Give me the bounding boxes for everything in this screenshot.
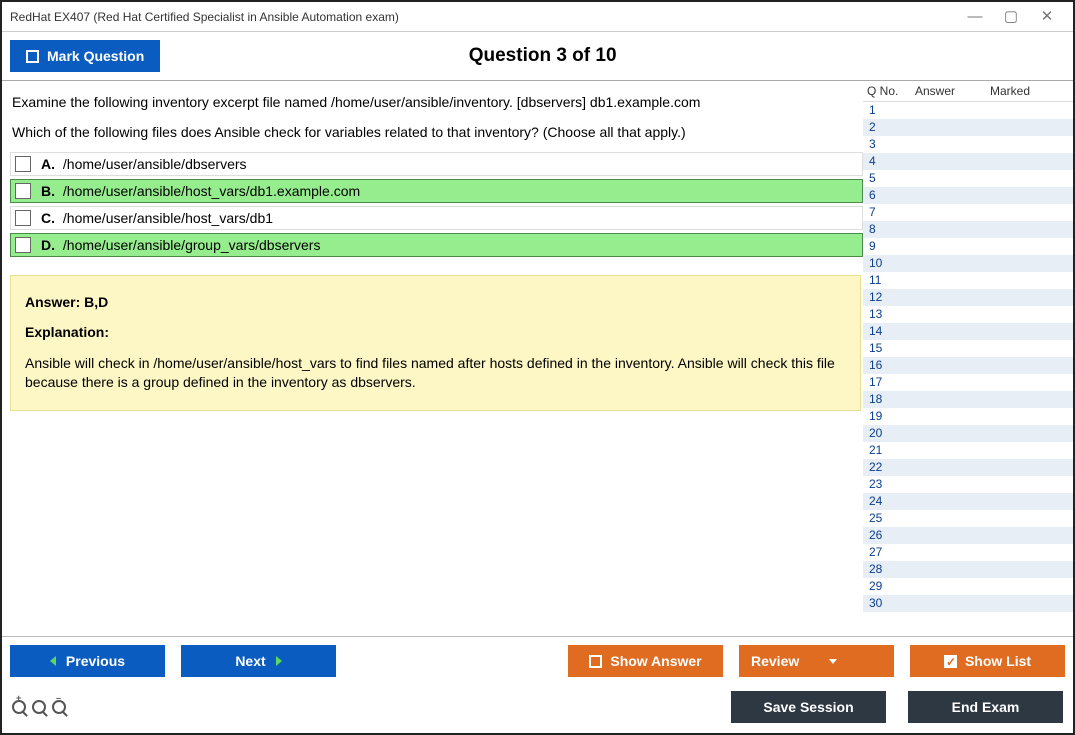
content-pane: Examine the following inventory excerpt … bbox=[2, 81, 863, 636]
choice-checkbox[interactable] bbox=[15, 210, 31, 226]
choices-list: A. /home/user/ansible/dbservers B. /home/… bbox=[10, 152, 863, 257]
show-answer-label: Show Answer bbox=[610, 653, 701, 669]
bottom-bar: + – Save Session End Exam bbox=[2, 685, 1073, 733]
explanation-label: Explanation: bbox=[25, 324, 109, 340]
zoom-out-icon[interactable]: – bbox=[52, 691, 66, 723]
list-item[interactable]: 8 bbox=[863, 221, 1073, 238]
choice-label: A. /home/user/ansible/dbservers bbox=[41, 156, 247, 172]
checkbox-checked-icon bbox=[944, 655, 957, 668]
answer-panel: Answer: B,D Explanation: Ansible will ch… bbox=[10, 275, 861, 411]
previous-button[interactable]: Previous bbox=[10, 645, 165, 677]
checkbox-icon bbox=[26, 50, 39, 63]
show-list-label: Show List bbox=[965, 653, 1031, 669]
arrow-right-icon bbox=[276, 656, 282, 666]
question-text-line1: Examine the following inventory excerpt … bbox=[12, 93, 859, 113]
question-list-panel: Q No. Answer Marked 12345678910111213141… bbox=[863, 81, 1073, 636]
choice-checkbox[interactable] bbox=[15, 156, 31, 172]
list-item[interactable]: 22 bbox=[863, 459, 1073, 476]
show-answer-button[interactable]: Show Answer bbox=[568, 645, 723, 677]
question-list-header: Q No. Answer Marked bbox=[863, 81, 1073, 102]
window-title: RedHat EX407 (Red Hat Certified Speciali… bbox=[10, 10, 399, 24]
mark-question-label: Mark Question bbox=[47, 48, 144, 64]
show-list-button[interactable]: Show List bbox=[910, 645, 1065, 677]
list-item[interactable]: 3 bbox=[863, 136, 1073, 153]
list-item[interactable]: 19 bbox=[863, 408, 1073, 425]
choice-row[interactable]: A. /home/user/ansible/dbservers bbox=[10, 152, 863, 176]
question-header: Question 3 of 10 bbox=[160, 45, 1065, 67]
list-item[interactable]: 16 bbox=[863, 357, 1073, 374]
list-item[interactable]: 23 bbox=[863, 476, 1073, 493]
list-item[interactable]: 27 bbox=[863, 544, 1073, 561]
list-item[interactable]: 29 bbox=[863, 578, 1073, 595]
choice-row[interactable]: B. /home/user/ansible/host_vars/db1.exam… bbox=[10, 179, 863, 203]
list-item[interactable]: 11 bbox=[863, 272, 1073, 289]
list-item[interactable]: 4 bbox=[863, 153, 1073, 170]
list-item[interactable]: 20 bbox=[863, 425, 1073, 442]
list-item[interactable]: 15 bbox=[863, 340, 1073, 357]
list-item[interactable]: 13 bbox=[863, 306, 1073, 323]
col-marked: Marked bbox=[990, 84, 1073, 98]
choice-label: C. /home/user/ansible/host_vars/db1 bbox=[41, 210, 273, 226]
choice-row[interactable]: D. /home/user/ansible/group_vars/dbserve… bbox=[10, 233, 863, 257]
choice-checkbox[interactable] bbox=[15, 237, 31, 253]
close-button[interactable]: ✕ bbox=[1029, 9, 1065, 24]
col-answer: Answer bbox=[915, 84, 990, 98]
chevron-down-icon bbox=[829, 659, 837, 664]
minimize-button[interactable]: — bbox=[957, 9, 993, 24]
footer-toolbar: Previous Next Show Answer Review Show Li… bbox=[2, 636, 1073, 685]
next-label: Next bbox=[235, 653, 265, 669]
list-item[interactable]: 10 bbox=[863, 255, 1073, 272]
checkbox-icon bbox=[589, 655, 602, 668]
question-list-body[interactable]: 1234567891011121314151617181920212223242… bbox=[863, 102, 1073, 636]
previous-label: Previous bbox=[66, 653, 125, 669]
list-item[interactable]: 28 bbox=[863, 561, 1073, 578]
save-session-label: Save Session bbox=[763, 699, 853, 715]
main-area: Examine the following inventory excerpt … bbox=[2, 80, 1073, 636]
list-item[interactable]: 9 bbox=[863, 238, 1073, 255]
list-item[interactable]: 21 bbox=[863, 442, 1073, 459]
list-item[interactable]: 5 bbox=[863, 170, 1073, 187]
app-window: RedHat EX407 (Red Hat Certified Speciali… bbox=[0, 0, 1075, 735]
list-item[interactable]: 12 bbox=[863, 289, 1073, 306]
choice-label: D. /home/user/ansible/group_vars/dbserve… bbox=[41, 237, 320, 253]
header-row: Mark Question Question 3 of 10 bbox=[2, 32, 1073, 80]
arrow-left-icon bbox=[50, 656, 56, 666]
save-session-button[interactable]: Save Session bbox=[731, 691, 886, 723]
maximize-button[interactable]: ▢ bbox=[993, 9, 1029, 24]
list-item[interactable]: 25 bbox=[863, 510, 1073, 527]
titlebar: RedHat EX407 (Red Hat Certified Speciali… bbox=[2, 2, 1073, 32]
answer-label: Answer: B,D bbox=[25, 294, 108, 310]
next-button[interactable]: Next bbox=[181, 645, 336, 677]
list-item[interactable]: 24 bbox=[863, 493, 1073, 510]
explanation-body: Ansible will check in /home/user/ansible… bbox=[25, 354, 846, 392]
choice-checkbox[interactable] bbox=[15, 183, 31, 199]
list-item[interactable]: 18 bbox=[863, 391, 1073, 408]
choice-row[interactable]: C. /home/user/ansible/host_vars/db1 bbox=[10, 206, 863, 230]
end-exam-button[interactable]: End Exam bbox=[908, 691, 1063, 723]
question-text-line2: Which of the following files does Ansibl… bbox=[12, 123, 859, 143]
end-exam-label: End Exam bbox=[952, 699, 1020, 715]
list-item[interactable]: 17 bbox=[863, 374, 1073, 391]
choice-label: B. /home/user/ansible/host_vars/db1.exam… bbox=[41, 183, 360, 199]
list-item[interactable]: 26 bbox=[863, 527, 1073, 544]
list-item[interactable]: 7 bbox=[863, 204, 1073, 221]
col-qno: Q No. bbox=[867, 84, 915, 98]
zoom-reset-icon[interactable] bbox=[32, 691, 46, 723]
review-button[interactable]: Review bbox=[739, 645, 894, 677]
review-label: Review bbox=[751, 653, 799, 669]
list-item[interactable]: 6 bbox=[863, 187, 1073, 204]
list-item[interactable]: 1 bbox=[863, 102, 1073, 119]
list-item[interactable]: 30 bbox=[863, 595, 1073, 612]
zoom-in-icon[interactable]: + bbox=[12, 691, 26, 723]
list-item[interactable]: 2 bbox=[863, 119, 1073, 136]
list-item[interactable]: 14 bbox=[863, 323, 1073, 340]
mark-question-button[interactable]: Mark Question bbox=[10, 40, 160, 72]
